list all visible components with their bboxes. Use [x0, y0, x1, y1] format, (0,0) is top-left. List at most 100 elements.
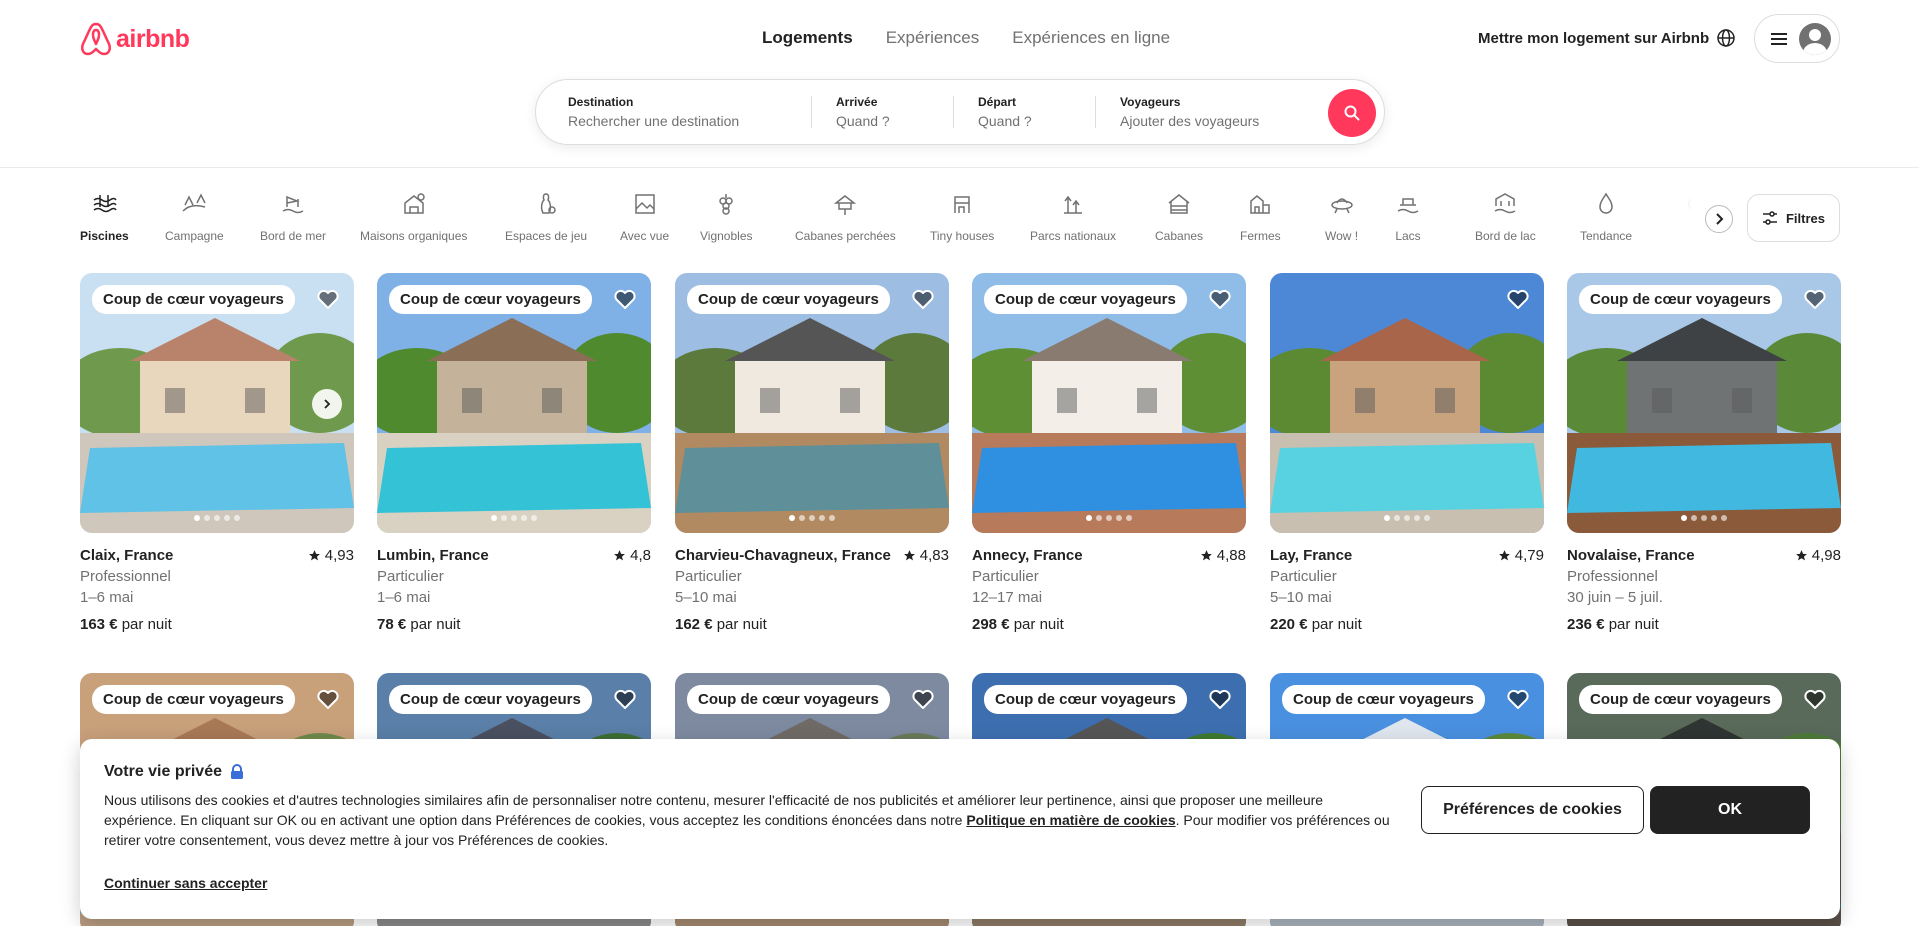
- listing-photo[interactable]: Coup de cœur voyageurs: [377, 273, 651, 533]
- category-label: Tiny houses: [930, 229, 995, 243]
- listing-info: Annecy, France 4,88 Particulier 12–17 mai 29…: [972, 545, 1246, 635]
- become-host-link[interactable]: Mettre mon logement sur Airbnb: [1478, 30, 1709, 47]
- search-button[interactable]: [1328, 89, 1376, 137]
- listing-card[interactable]: Coup de cœur voyageurs Novalaise, France 4…: [1567, 273, 1841, 635]
- user-menu-button[interactable]: [1754, 14, 1840, 63]
- listing-rating-value: 4,88: [1216, 547, 1246, 564]
- guests-input[interactable]: Ajouter des voyageurs: [1120, 113, 1316, 129]
- departure-field[interactable]: Départ Quand ?: [954, 80, 1095, 144]
- continue-without-accepting-link[interactable]: Continuer sans accepter: [104, 875, 267, 891]
- listing-photo[interactable]: Coup de cœur voyageurs: [1567, 273, 1841, 533]
- cookie-policy-link[interactable]: Politique en matière de cookies: [966, 812, 1175, 828]
- category-national-park[interactable]: Parcs nationaux: [1030, 191, 1116, 243]
- cookie-preferences-button[interactable]: Préférences de cookies: [1421, 786, 1644, 834]
- listing-price-value: 220 €: [1270, 616, 1308, 633]
- ok-button[interactable]: OK: [1650, 786, 1810, 834]
- star-icon: [903, 550, 915, 561]
- photo-pagination-dots: [491, 515, 537, 521]
- heart-icon[interactable]: [1208, 287, 1232, 311]
- listing-photo[interactable]: Coup de cœur voyageurs: [675, 273, 949, 533]
- airbnb-logo[interactable]: airbnb: [80, 22, 190, 56]
- guest-favorite-badge: Coup de cœur voyageurs: [1579, 285, 1782, 314]
- arrival-field[interactable]: Arrivée Quand ?: [812, 80, 953, 144]
- category-countryside[interactable]: Campagne: [165, 191, 224, 243]
- category-lake[interactable]: Lacs: [1395, 191, 1421, 243]
- heart-icon[interactable]: [613, 687, 637, 711]
- ufo-icon: [1330, 198, 1353, 214]
- organic-house-icon: [403, 193, 425, 214]
- heart-icon[interactable]: [316, 287, 340, 311]
- destination-input[interactable]: Rechercher une destination: [568, 113, 811, 129]
- cabin-icon: [1168, 194, 1190, 214]
- listing-price: 163 € par nuit: [80, 614, 354, 635]
- category-bowling-pin[interactable]: Espaces de jeu: [505, 191, 587, 243]
- search-icon: [1344, 105, 1360, 121]
- category-ufo[interactable]: Wow !: [1325, 191, 1358, 243]
- arrival-input[interactable]: Quand ?: [836, 113, 953, 129]
- listing-price-value: 162 €: [675, 616, 713, 633]
- category-pool[interactable]: Piscines: [80, 191, 129, 243]
- category-next-button[interactable]: [1705, 205, 1733, 233]
- heart-icon[interactable]: [613, 287, 637, 311]
- listing-card[interactable]: Coup de cœur voyageurs Annecy, France 4,88…: [972, 273, 1246, 635]
- listing-card[interactable]: Coup de cœur voyageurs Charvieu-Chavagneu…: [675, 273, 949, 635]
- listing-rating: 4,83: [903, 545, 949, 566]
- tiny-house-icon: [954, 196, 970, 213]
- listing-photo[interactable]: Coup de cœur voyageurs: [972, 273, 1246, 533]
- listing-card[interactable]: Lay, France 4,79 Particulier 5–10 mai 220 € …: [1270, 273, 1544, 635]
- category-organic-house[interactable]: Maisons organiques: [360, 191, 467, 243]
- category-beachfront[interactable]: Bord de mer: [260, 191, 326, 243]
- category-flame[interactable]: Tendance: [1580, 191, 1632, 243]
- listing-dates: 5–10 mai: [675, 589, 737, 606]
- tab-experiences-en-ligne[interactable]: Expériences en ligne: [1012, 28, 1170, 48]
- photo-next-button[interactable]: [312, 389, 342, 419]
- category-lakefront[interactable]: Bord de lac: [1475, 191, 1536, 243]
- category-label: Parcs nationaux: [1030, 229, 1117, 243]
- category-grapes[interactable]: Vignobles: [700, 191, 753, 243]
- listing-price: 78 € par nuit: [377, 614, 651, 635]
- grapes-icon: [719, 194, 733, 215]
- tab-logements[interactable]: Logements: [762, 28, 853, 48]
- listing-price-suffix: par nuit: [121, 616, 172, 633]
- heart-icon[interactable]: [316, 687, 340, 711]
- category-label: Fermes: [1240, 229, 1281, 243]
- star-icon: [1498, 550, 1510, 561]
- listing-card[interactable]: Coup de cœur voyageurs Claix, France 4,93 P…: [80, 273, 354, 635]
- heart-icon[interactable]: [1506, 287, 1530, 311]
- category-treehouse[interactable]: Cabanes perchées: [795, 191, 896, 243]
- destination-field[interactable]: Destination Rechercher une destination: [536, 80, 811, 144]
- category-label: Tendance: [1580, 229, 1633, 243]
- category-farm[interactable]: Fermes: [1240, 191, 1281, 243]
- guest-favorite-badge: Coup de cœur voyageurs: [687, 685, 890, 714]
- departure-input[interactable]: Quand ?: [978, 113, 1095, 129]
- category-tiny-house[interactable]: Tiny houses: [930, 191, 994, 243]
- heart-icon[interactable]: [1803, 287, 1827, 311]
- guest-favorite-badge: Coup de cœur voyageurs: [389, 285, 592, 314]
- category-cabin[interactable]: Cabanes: [1155, 191, 1203, 243]
- listing-price-suffix: par nuit: [716, 616, 767, 633]
- heart-icon[interactable]: [1803, 687, 1827, 711]
- heart-icon[interactable]: [911, 687, 935, 711]
- listing-dates: 12–17 mai: [972, 589, 1043, 606]
- listing-info: Charvieu-Chavagneux, France 4,83 Particuli…: [675, 545, 949, 635]
- listing-location: Lay, France: [1270, 547, 1353, 564]
- category-label: Piscines: [80, 229, 129, 243]
- tab-experiences[interactable]: Expériences: [886, 28, 980, 48]
- heart-icon[interactable]: [1506, 687, 1530, 711]
- category-label: Bord de mer: [260, 229, 327, 243]
- pool-icon: [93, 195, 117, 213]
- category-picture-frame[interactable]: Avec vue: [620, 191, 669, 243]
- avatar-icon: [1799, 22, 1831, 55]
- filters-button[interactable]: Filtres: [1747, 194, 1840, 242]
- heart-icon[interactable]: [911, 287, 935, 311]
- departure-label: Départ: [978, 95, 1017, 109]
- guest-favorite-badge: Coup de cœur voyageurs: [984, 285, 1187, 314]
- listing-host-type: Particulier: [972, 568, 1039, 585]
- listing-photo[interactable]: Coup de cœur voyageurs: [80, 273, 354, 533]
- heart-icon[interactable]: [1208, 687, 1232, 711]
- listing-rating: 4,8: [613, 545, 651, 566]
- guests-field[interactable]: Voyageurs Ajouter des voyageurs: [1096, 80, 1316, 144]
- globe-icon[interactable]: [1716, 28, 1736, 48]
- listing-card[interactable]: Coup de cœur voyageurs Lumbin, France 4,8 P…: [377, 273, 651, 635]
- listing-photo[interactable]: [1270, 273, 1544, 533]
